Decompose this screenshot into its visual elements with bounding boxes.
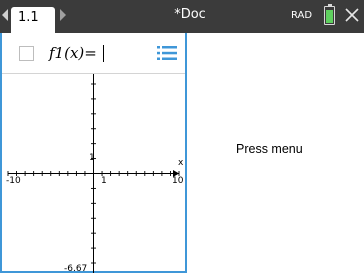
prev-tab-arrow-icon[interactable] — [2, 9, 8, 21]
next-tab-arrow-icon[interactable] — [60, 9, 66, 21]
top-bar: 1.1 *Doc RAD — [0, 0, 364, 33]
x-axis-max-label: 10 — [172, 176, 184, 186]
y-axis-min-label: -6.67 — [64, 264, 87, 273]
angle-mode-indicator: RAD — [291, 10, 313, 21]
battery-level — [326, 10, 333, 23]
notes-pane[interactable]: Press menu — [187, 33, 364, 273]
press-menu-hint: Press menu — [236, 142, 303, 156]
document-title: *Doc — [174, 7, 206, 22]
text-cursor — [103, 45, 104, 62]
list-menu-icon[interactable] — [156, 45, 178, 61]
function-label: f1(x)= — [49, 44, 97, 62]
battery-cap — [328, 4, 332, 6]
x-axis-min-label: -10 — [6, 176, 21, 186]
battery-icon — [324, 4, 335, 25]
x-axis-name-label: x — [178, 158, 184, 168]
close-icon[interactable] — [343, 6, 361, 24]
tab-label: 1.1 — [18, 10, 39, 25]
graph-plot-area[interactable]: -10 10 1 1 -6.67 x — [2, 74, 185, 273]
function-visibility-checkbox[interactable] — [19, 46, 34, 61]
calculator-screen: 1.1 *Doc RAD f1(x)= -10 10 1 1 -6.67 x P… — [0, 0, 364, 273]
function-entry-line[interactable]: f1(x)= — [2, 33, 185, 74]
x-axis-tick-label: 1 — [101, 176, 107, 186]
tab-1-1[interactable]: 1.1 — [11, 7, 55, 33]
graphs-pane[interactable]: f1(x)= -10 10 1 1 -6.67 x — [0, 33, 187, 273]
y-axis-tick-label: 1 — [89, 153, 95, 163]
